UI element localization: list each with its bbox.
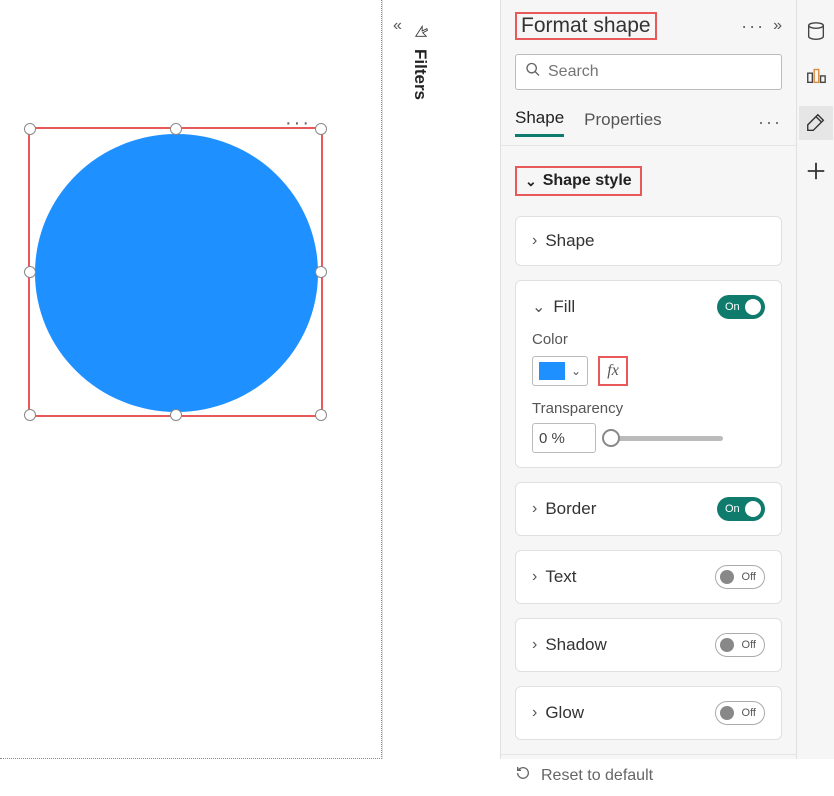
resize-handle-top-right[interactable]	[315, 123, 327, 135]
color-picker[interactable]: ⌄	[532, 356, 588, 386]
transparency-input[interactable]	[532, 423, 596, 453]
tabs-more-dots[interactable]: ···	[758, 112, 782, 133]
shape-style-section-header[interactable]: ⌄ Shape style	[515, 166, 642, 196]
search-input[interactable]	[515, 54, 782, 90]
oval-shape[interactable]	[35, 134, 318, 412]
resize-handle-bottom-mid[interactable]	[170, 409, 182, 421]
shape-style-label: Shape style	[543, 172, 632, 190]
card-fill: ⌄ Fill On Color ⌄ fx Transparency	[515, 280, 782, 468]
panel-expand-icon[interactable]: »	[773, 17, 782, 35]
filters-pane-collapsed: « Filters	[382, 0, 500, 759]
add-icon[interactable]	[803, 158, 829, 184]
color-swatch	[539, 362, 565, 380]
card-text[interactable]: › Text Off	[515, 550, 782, 604]
chevron-down-icon: ⌄	[525, 173, 537, 190]
card-border[interactable]: › Border On	[515, 482, 782, 536]
reset-label: Reset to default	[541, 767, 653, 785]
panel-title: Format shape	[515, 12, 657, 40]
data-icon[interactable]	[803, 18, 829, 44]
card-shadow[interactable]: › Shadow Off	[515, 618, 782, 672]
glow-toggle[interactable]: Off	[715, 701, 765, 725]
card-shape[interactable]: › Shape	[515, 216, 782, 266]
chevron-right-icon: ›	[532, 568, 537, 586]
border-toggle[interactable]: On	[717, 497, 765, 521]
resize-handle-top-mid[interactable]	[170, 123, 182, 135]
text-card-label: Text	[545, 567, 715, 587]
chevron-right-icon: ›	[532, 500, 537, 518]
fill-card-label: Fill	[553, 297, 717, 317]
format-icon[interactable]	[799, 106, 833, 140]
shape-card-label: Shape	[545, 231, 765, 251]
text-toggle[interactable]: Off	[715, 565, 765, 589]
resize-handle-mid-right[interactable]	[315, 266, 327, 278]
glow-card-label: Glow	[545, 703, 715, 723]
card-glow[interactable]: › Glow Off	[515, 686, 782, 740]
search-icon	[525, 62, 541, 83]
fill-toggle[interactable]: On	[717, 295, 765, 319]
transparency-label: Transparency	[532, 400, 765, 417]
resize-handle-bottom-right[interactable]	[315, 409, 327, 421]
slider-thumb[interactable]	[602, 429, 620, 447]
tab-properties[interactable]: Properties	[584, 110, 661, 136]
canvas[interactable]: ···	[0, 0, 382, 759]
transparency-slider[interactable]	[608, 423, 765, 453]
reset-icon	[515, 765, 531, 786]
chevron-right-icon: ›	[532, 232, 537, 250]
panel-more-dots[interactable]: ···	[741, 16, 765, 37]
resize-handle-bottom-left[interactable]	[24, 409, 36, 421]
format-shape-panel: Format shape ··· » Shape Properties ··· …	[500, 0, 796, 759]
chevron-right-icon: ›	[532, 704, 537, 722]
tab-shape[interactable]: Shape	[515, 108, 564, 137]
collapse-filters-icon[interactable]: «	[393, 18, 402, 34]
shadow-card-label: Shadow	[545, 635, 715, 655]
chevron-right-icon: ›	[532, 636, 537, 654]
resize-handle-top-left[interactable]	[24, 123, 36, 135]
chevron-down-icon: ⌄	[571, 364, 581, 378]
visualizations-icon[interactable]	[803, 62, 829, 88]
border-card-label: Border	[545, 499, 717, 519]
filters-label[interactable]: Filters	[410, 49, 430, 100]
reset-to-default[interactable]: Reset to default	[501, 754, 796, 796]
shape-selection[interactable]	[28, 127, 323, 417]
shadow-toggle[interactable]: Off	[715, 633, 765, 657]
cursor-icon	[414, 24, 428, 38]
fx-button[interactable]: fx	[598, 356, 628, 386]
resize-handle-mid-left[interactable]	[24, 266, 36, 278]
chevron-down-icon[interactable]: ⌄	[532, 297, 545, 317]
color-label: Color	[532, 331, 765, 348]
right-tool-rail	[796, 0, 834, 759]
